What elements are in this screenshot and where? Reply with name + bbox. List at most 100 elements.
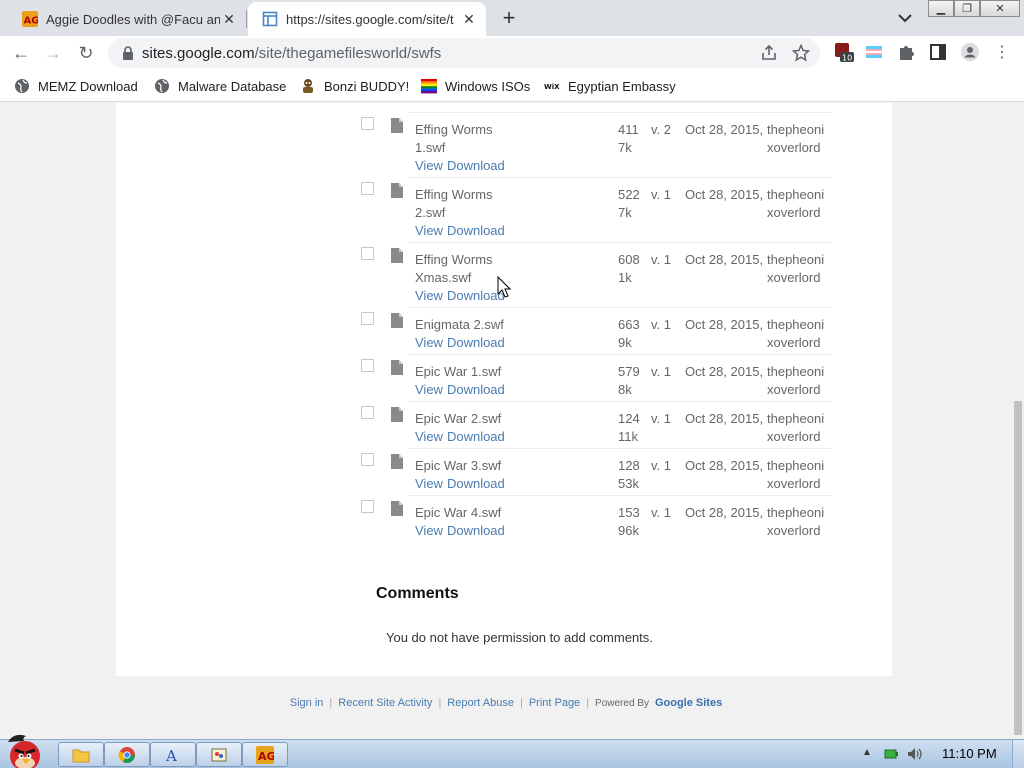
file-checkbox[interactable] (361, 453, 374, 466)
page-viewport: Effing Worms 1.swf View Download 411 7k v. 2 Oc… (0, 103, 1012, 739)
view-link[interactable]: View (415, 476, 443, 491)
taskbar-explorer[interactable] (58, 742, 104, 767)
star-icon[interactable] (792, 44, 810, 62)
taskbar-app-a[interactable]: A (150, 742, 196, 767)
show-desktop-button[interactable] (1012, 740, 1024, 768)
file-checkbox[interactable] (361, 312, 374, 325)
restore-icon[interactable]: ❐ (954, 0, 980, 17)
view-link[interactable]: View (415, 523, 443, 538)
more-menu-icon[interactable]: ⋮ (991, 42, 1013, 64)
download-link[interactable]: Download (447, 382, 505, 397)
angry-bird-start-icon[interactable] (0, 732, 50, 768)
download-link[interactable]: Download (447, 476, 505, 491)
trans-flag-extension-icon[interactable] (864, 42, 884, 62)
url-host: sites.google.com (142, 45, 255, 62)
view-link[interactable]: View (415, 335, 443, 350)
file-name: Enigmata 2.swf (415, 317, 504, 332)
bookmark-label: Windows ISOs (445, 78, 531, 94)
share-icon[interactable] (760, 44, 778, 62)
url-text[interactable]: sites.google.com/site/thegamefilesworld/… (142, 45, 441, 62)
file-checkbox[interactable] (361, 359, 374, 372)
bookmark-malware-database[interactable]: Malware Database (154, 76, 286, 96)
view-link[interactable]: View (415, 429, 443, 444)
tray-expand-icon[interactable]: ▲ (862, 747, 872, 758)
close-icon[interactable]: ✕ (460, 10, 478, 28)
row-divider (360, 448, 832, 449)
minimize-icon[interactable]: ▁ (928, 0, 954, 17)
file-name: Effing Worms (415, 252, 493, 267)
file-checkbox[interactable] (361, 182, 374, 195)
page-scrollbar[interactable] (1012, 103, 1024, 739)
bookmark-memz[interactable]: MEMZ Download (14, 76, 138, 96)
file-size-continued: 8k (618, 382, 632, 397)
file-checkbox[interactable] (361, 117, 374, 130)
download-link[interactable]: Download (447, 429, 505, 444)
file-checkbox[interactable] (361, 247, 374, 260)
download-link[interactable]: Download (447, 335, 505, 350)
window-close-icon[interactable]: ✕ (980, 0, 1020, 17)
file-checkbox[interactable] (361, 500, 374, 513)
extension-badge-icon[interactable]: 10 (834, 42, 854, 62)
puzzle-extensions-icon[interactable] (896, 42, 916, 62)
svg-text:WiX: WiX (544, 83, 560, 91)
report-abuse-link[interactable]: Report Abuse (447, 697, 514, 709)
bookmark-bonzi-buddy[interactable]: Bonzi BUDDY! (300, 76, 409, 96)
file-icon (391, 183, 403, 198)
sign-in-link[interactable]: Sign in (290, 697, 324, 709)
row-divider-gap (360, 242, 408, 243)
file-checkbox[interactable] (361, 406, 374, 419)
google-sites-link[interactable]: Google Sites (655, 697, 722, 709)
file-actions: View Download (415, 428, 509, 446)
view-link[interactable]: View (415, 158, 443, 173)
forward-arrow-icon[interactable]: → (42, 42, 64, 64)
taskbar-chrome[interactable] (104, 742, 150, 767)
taskbar-paint[interactable] (196, 742, 242, 767)
side-panel-icon[interactable] (928, 42, 948, 62)
new-tab-icon[interactable]: + (498, 7, 520, 30)
row-divider (360, 354, 832, 355)
profile-avatar-icon[interactable] (960, 42, 980, 62)
close-icon[interactable]: ✕ (220, 10, 238, 28)
file-version: v. 1 (651, 505, 671, 520)
url-path: /site/thegamefilesworld/swfs (254, 45, 442, 62)
reload-icon[interactable]: ↻ (75, 42, 97, 64)
lock-icon[interactable] (120, 45, 136, 61)
view-link[interactable]: View (415, 223, 443, 238)
speaker-icon[interactable] (907, 747, 923, 761)
svg-text:A: A (165, 747, 177, 764)
file-version: v. 1 (651, 252, 671, 267)
ag-logo-icon: AG (256, 745, 274, 764)
file-actions: View Download (415, 381, 509, 399)
taskbar-clock[interactable]: 11:10 PM (942, 746, 997, 761)
bookmark-label: Bonzi BUDDY! (324, 78, 410, 94)
file-actions: View Download (415, 222, 509, 240)
row-divider-gap (360, 495, 408, 496)
address-bar[interactable]: sites.google.com/site/thegamefilesworld/… (108, 38, 820, 68)
view-link[interactable]: View (415, 382, 443, 397)
view-link[interactable]: View (415, 288, 443, 303)
download-link[interactable]: Download (447, 523, 505, 538)
back-arrow-icon[interactable]: ← (10, 42, 32, 64)
file-size-continued: 9k (618, 335, 632, 350)
recent-activity-link[interactable]: Recent Site Activity (338, 697, 432, 709)
tab-aggie-doodles[interactable]: AG Aggie Doodles with @Facu an ✕ (8, 2, 246, 36)
file-size-continued: 53k (618, 476, 639, 491)
tab-google-sites[interactable]: https://sites.google.com/site/t ✕ (248, 2, 486, 36)
download-link[interactable]: Download (447, 223, 505, 238)
download-link[interactable]: Download (447, 158, 505, 173)
file-size-continued: 1k (618, 270, 632, 285)
file-size-continued: 96k (618, 523, 639, 538)
bookmark-windows-isos[interactable]: Windows ISOs (421, 76, 530, 96)
bookmark-egyptian-embassy[interactable]: WiX Egyptian Embassy (544, 76, 676, 96)
battery-icon[interactable] (884, 748, 898, 760)
chevron-down-icon[interactable] (895, 10, 915, 26)
scrollbar-thumb[interactable] (1014, 401, 1022, 735)
file-icon (391, 407, 403, 422)
svg-text:AG: AG (258, 750, 274, 763)
file-owner-continued: xoverlord (767, 429, 821, 444)
print-page-link[interactable]: Print Page (529, 697, 580, 709)
file-actions: View Download (415, 475, 509, 493)
file-size: 608 (618, 252, 640, 267)
windows-taskbar: A AG ▲ 11:10 PM (0, 734, 1024, 768)
taskbar-ag-app[interactable]: AG (242, 742, 288, 767)
